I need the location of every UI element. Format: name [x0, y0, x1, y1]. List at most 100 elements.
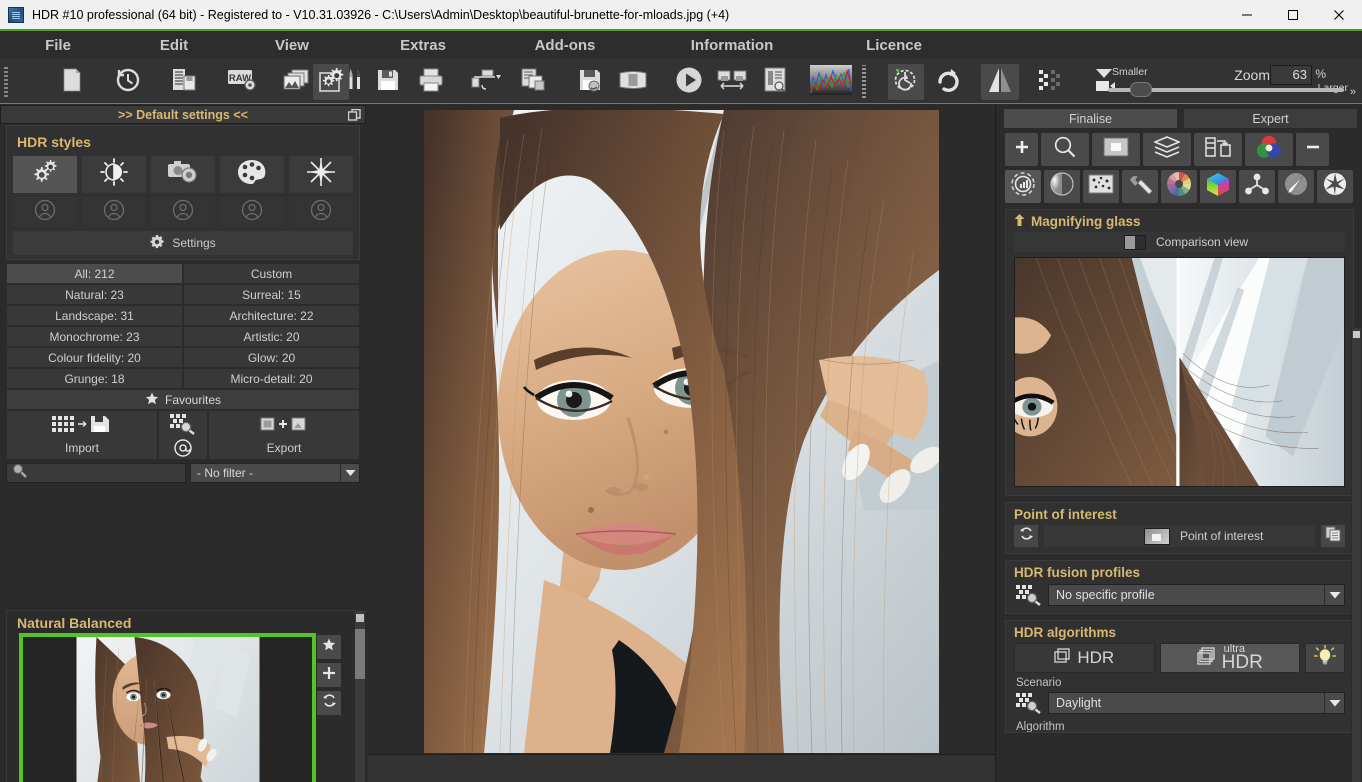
hdr-style-starburst[interactable] — [289, 156, 353, 193]
preset-list-scrollbar[interactable] — [354, 610, 366, 782]
chevron-down-icon[interactable] — [1324, 585, 1344, 605]
menu-licence[interactable]: Licence — [840, 37, 948, 54]
comparison-view-row[interactable]: Comparison view — [1014, 232, 1345, 252]
menu-information[interactable]: Information — [662, 37, 802, 54]
scroll-up-icon[interactable] — [1353, 331, 1360, 338]
chevron-down-icon[interactable] — [340, 464, 359, 482]
contrast-sphere-button[interactable] — [1044, 170, 1080, 203]
zoom-slider-knob[interactable] — [1130, 82, 1152, 97]
hdr-style-gears[interactable] — [13, 156, 77, 193]
gears-settings-button[interactable] — [313, 64, 349, 100]
tab-expert[interactable]: Expert — [1183, 108, 1358, 129]
category-micro-detail[interactable]: Micro-detail: 20 — [183, 368, 360, 389]
selective-brush-button[interactable] — [1278, 170, 1314, 203]
colour-wheels-button[interactable] — [1245, 133, 1293, 166]
preset-thumbnail-selected[interactable] — [19, 633, 316, 782]
import-button[interactable]: Import — [6, 410, 158, 460]
category-glow[interactable]: Glow: 20 — [183, 347, 360, 368]
hdr-user-slot-1[interactable] — [13, 197, 77, 227]
exposure-meter-button[interactable] — [757, 64, 793, 100]
poi-refresh-button[interactable] — [1014, 525, 1038, 547]
new-document-button[interactable] — [54, 64, 90, 100]
preset-add-button[interactable] — [317, 663, 341, 687]
rotate-right-button[interactable] — [930, 64, 966, 100]
tab-finalise[interactable]: Finalise — [1003, 108, 1178, 129]
layers-tool-button[interactable] — [1143, 133, 1191, 166]
float-window-icon[interactable] — [347, 108, 361, 122]
scenario-select[interactable]: Daylight — [1048, 692, 1345, 714]
colour-cube-button[interactable] — [1200, 170, 1236, 203]
image-canvas[interactable] — [368, 105, 995, 753]
nodes-button[interactable] — [1239, 170, 1275, 203]
zoom-value-input[interactable]: 63 — [1270, 65, 1312, 85]
noise-grain-button[interactable] — [1083, 170, 1119, 203]
favourites-button[interactable]: Favourites — [6, 389, 360, 410]
hdr-user-slot-3[interactable] — [151, 197, 215, 227]
category-architecture[interactable]: Architecture: 22 — [183, 305, 360, 326]
category-natural[interactable]: Natural: 23 — [6, 284, 183, 305]
hdr-style-brightness[interactable] — [82, 156, 146, 193]
tone-settings-button[interactable] — [1005, 170, 1041, 203]
batch-document-button[interactable] — [166, 64, 202, 100]
hdr-fusion-profile-select[interactable]: No specific profile — [1048, 584, 1345, 606]
menu-edit[interactable]: Edit — [138, 37, 210, 54]
poi-copy-button[interactable] — [1321, 525, 1345, 547]
category-grunge[interactable]: Grunge: 18 — [6, 368, 183, 389]
save-button[interactable] — [370, 64, 406, 100]
colour-wheel-button[interactable] — [1161, 170, 1197, 203]
mirror-flip-button[interactable] — [981, 64, 1019, 100]
magnifying-glass-preview[interactable] — [1014, 257, 1345, 487]
comparison-view-checkbox[interactable] — [1124, 234, 1146, 250]
history-button[interactable] — [110, 64, 146, 100]
hdr-user-slot-4[interactable] — [220, 197, 284, 227]
close-button[interactable] — [1316, 0, 1362, 30]
add-tool-button[interactable] — [1005, 133, 1038, 166]
category-all[interactable]: All: 212 — [6, 263, 183, 284]
histogram-button[interactable] — [808, 64, 854, 100]
menu-view[interactable]: View — [256, 37, 328, 54]
hdr-button[interactable]: HDR — [1014, 643, 1155, 673]
maximize-button[interactable] — [1270, 0, 1316, 30]
right-panel-scrollbar[interactable] — [1351, 327, 1362, 782]
minimize-button[interactable] — [1224, 0, 1270, 30]
transfer-settings-button[interactable] — [1194, 133, 1242, 166]
preset-filter-select[interactable]: - No filter - — [190, 463, 360, 483]
retouch-wand-button[interactable] — [1122, 170, 1158, 203]
panorama-button[interactable] — [615, 64, 651, 100]
compare-button[interactable] — [714, 64, 750, 100]
preset-refresh-button[interactable] — [317, 691, 341, 715]
hdr-styles-settings-button[interactable]: Settings — [13, 231, 353, 255]
category-monochrome[interactable]: Monochrome: 23 — [6, 326, 183, 347]
category-artistic[interactable]: Artistic: 20 — [183, 326, 360, 347]
print-button[interactable] — [413, 64, 449, 100]
save-as-button[interactable] — [572, 64, 608, 100]
category-landscape[interactable]: Landscape: 31 — [6, 305, 183, 326]
menu-file[interactable]: File — [22, 37, 94, 54]
align-dropdown-button[interactable] — [467, 64, 511, 100]
category-colour-fidelity[interactable]: Colour fidelity: 20 — [6, 347, 183, 368]
menu-addons[interactable]: Add-ons — [515, 37, 615, 54]
arrow-up-icon[interactable] — [1014, 214, 1025, 229]
hdr-style-palette[interactable] — [220, 156, 284, 193]
hdr-hint-button[interactable] — [1305, 643, 1345, 673]
category-custom[interactable]: Custom — [183, 263, 360, 284]
copy-layers-button[interactable] — [516, 64, 552, 100]
raw-settings-button[interactable]: RAW — [222, 64, 264, 100]
filter-grid-button[interactable] — [158, 410, 208, 460]
hdr-user-slot-2[interactable] — [82, 197, 146, 227]
scrollbar-thumb[interactable] — [355, 629, 365, 679]
preset-favourite-button[interactable] — [317, 635, 341, 659]
magnifier-tool-button[interactable] — [1041, 133, 1089, 166]
chevron-down-icon[interactable] — [1324, 693, 1344, 713]
zoom-expand-chevron[interactable]: » — [1350, 86, 1356, 98]
point-of-interest-tool-button[interactable] — [1092, 133, 1140, 166]
image-stack-button[interactable] — [278, 64, 314, 100]
play-button[interactable] — [671, 64, 707, 100]
hdr-user-slot-5[interactable] — [289, 197, 353, 227]
at-sign-icon[interactable] — [159, 437, 207, 459]
category-surreal[interactable]: Surreal: 15 — [183, 284, 360, 305]
aperture-button[interactable] — [1317, 170, 1353, 203]
menu-extras[interactable]: Extras — [386, 37, 460, 54]
export-button[interactable]: Export — [208, 410, 360, 460]
toolbar-grip[interactable] — [4, 65, 8, 97]
